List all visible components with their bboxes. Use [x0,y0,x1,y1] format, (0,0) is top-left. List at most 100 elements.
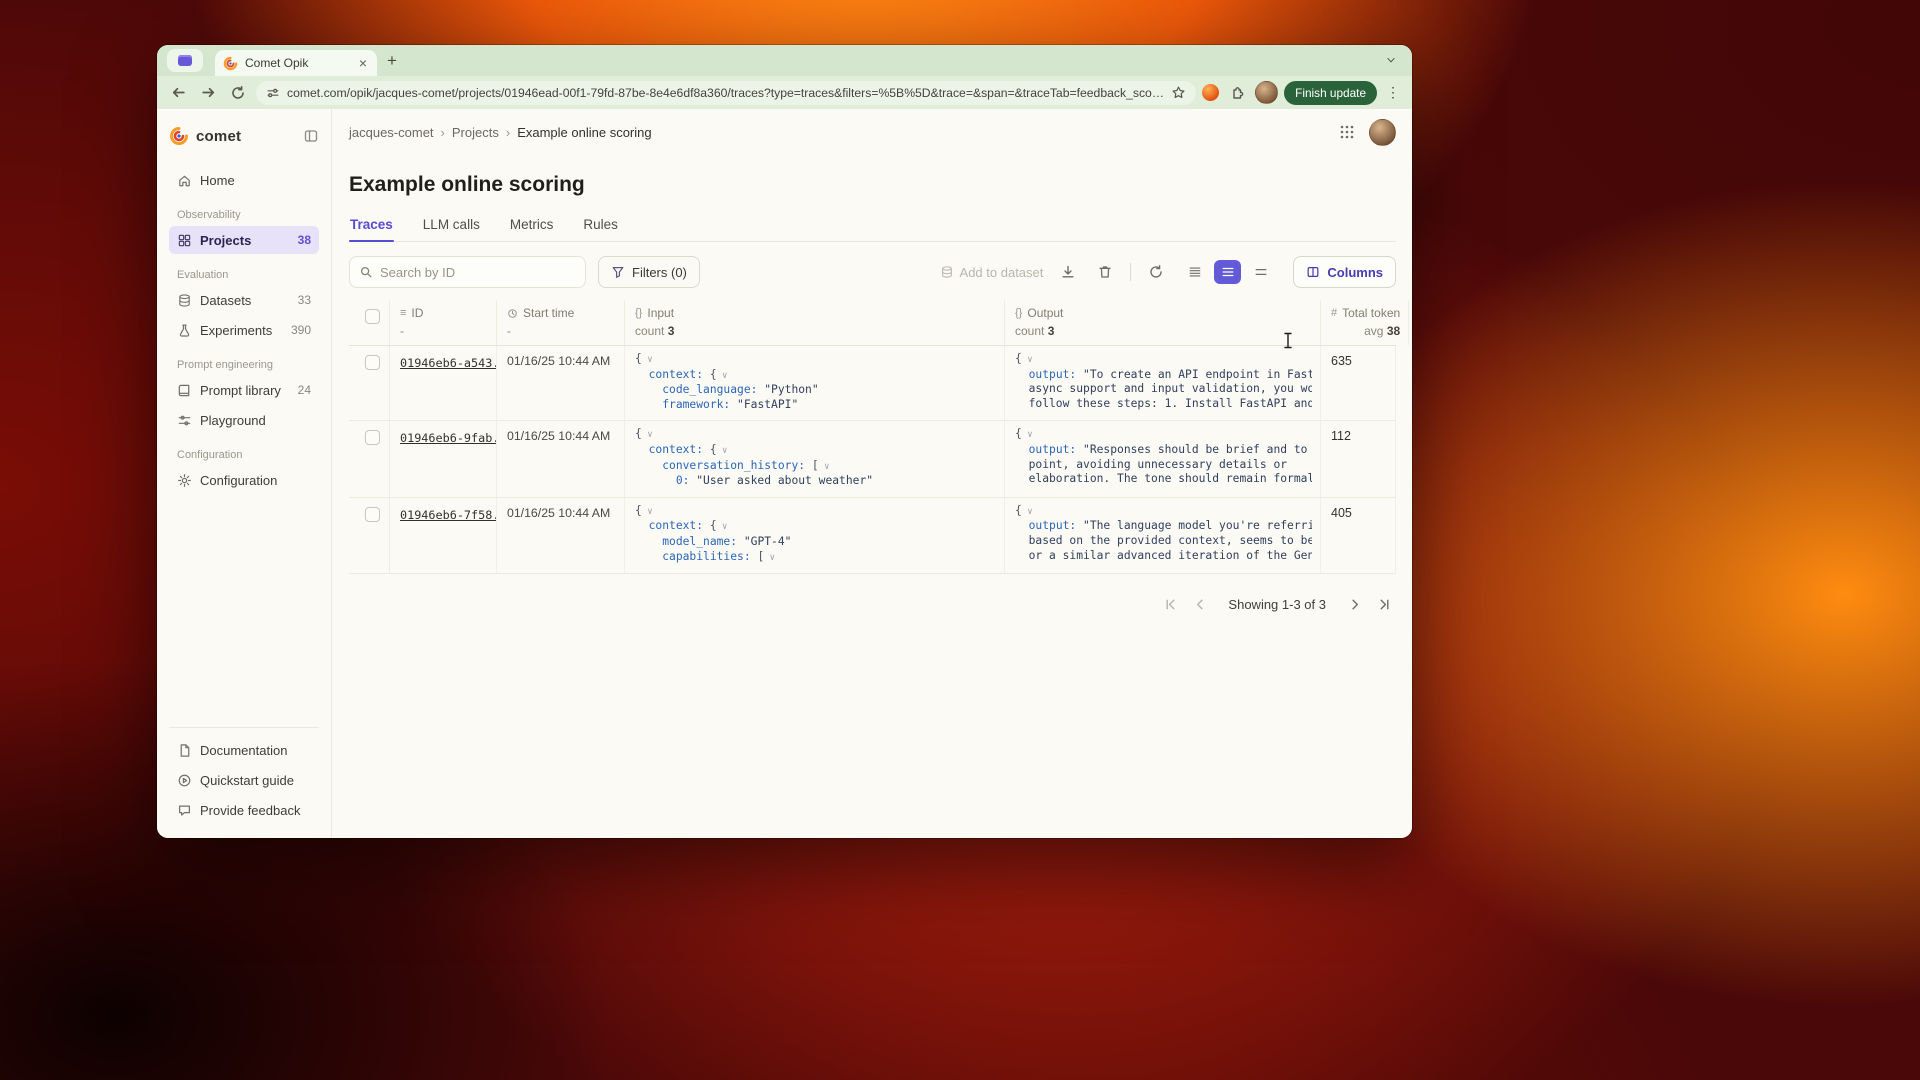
sidebar-item-playground[interactable]: Playground [169,406,319,434]
pagination: Showing 1-3 of 3 [349,592,1396,616]
tab-llm-calls[interactable]: LLM calls [422,213,481,241]
row-height-small-button[interactable] [1181,260,1208,284]
row-checkbox[interactable] [365,355,380,370]
comet-logo-icon [169,126,189,146]
tab-metrics[interactable]: Metrics [509,213,555,241]
search-box[interactable] [349,256,586,288]
home-icon [177,173,192,188]
row-checkbox[interactable] [365,507,380,522]
row-height-toggle-group [1181,260,1274,284]
filters-button[interactable]: Filters (0) [598,256,700,288]
column-header-total-tokens[interactable]: #Total token avg 38 [1321,300,1409,345]
table-row[interactable]: 01946eb6-7f58...01/16/25 10:44 AM{ ∨ con… [349,498,1396,574]
last-page-button[interactable] [1372,592,1396,616]
trace-id-link[interactable]: 01946eb6-7f58... [400,508,497,522]
section-label-evaluation: Evaluation [177,269,319,281]
column-header-input[interactable]: {}Input count 3 [625,300,1005,345]
add-to-dataset-label: Add to dataset [960,265,1044,280]
breadcrumb-projects[interactable]: Projects [452,125,499,140]
table-row[interactable]: 01946eb6-9fab...01/16/25 10:44 AM{ ∨ con… [349,421,1396,497]
book-icon [177,383,192,398]
columns-label: Columns [1327,265,1383,280]
table-row[interactable]: 01946eb6-a543...01/16/25 10:44 AM{ ∨ con… [349,346,1396,421]
apps-grid-icon[interactable] [1339,124,1355,140]
delete-button[interactable] [1093,260,1117,284]
trace-output-cell[interactable]: { ∨ output: "Responses should be brief a… [1005,421,1321,496]
sidebar-item-projects[interactable]: Projects 38 [169,226,319,254]
sidebar-item-datasets[interactable]: Datasets 33 [169,286,319,314]
sidebar-item-experiments[interactable]: Experiments 390 [169,316,319,344]
search-input[interactable] [380,265,576,280]
tab-close-icon[interactable]: × [357,56,369,70]
forward-button[interactable] [196,81,220,105]
pinned-tab[interactable] [167,49,203,72]
speech-bubble-icon [177,803,192,818]
column-header-start-time[interactable]: Start time - [497,300,625,345]
app-topbar: jacques-comet › Projects › Example onlin… [349,109,1396,155]
sidebar-item-home[interactable]: Home [169,166,319,194]
browser-window: Comet Opik × + comet.com/opik/jacques-co… [157,45,1412,838]
bookmark-star-icon[interactable] [1171,85,1186,100]
sidebar-item-label: Home [200,173,235,188]
sidebar-item-configuration[interactable]: Configuration [169,466,319,494]
add-to-dataset-button[interactable]: Add to dataset [940,265,1044,280]
trace-id-link[interactable]: 01946eb6-9fab... [400,431,497,445]
address-bar[interactable]: comet.com/opik/jacques-comet/projects/01… [256,81,1196,105]
browser-tab[interactable]: Comet Opik × [215,50,377,76]
table-body: 01946eb6-a543...01/16/25 10:44 AM{ ∨ con… [349,346,1396,574]
toolbar-divider [1130,263,1131,281]
browser-menu-icon[interactable]: ⋮ [1383,84,1403,101]
select-all-checkbox[interactable] [365,309,380,324]
trace-input-cell[interactable]: { ∨ context: { ∨ model_name: "GPT-4" cap… [625,498,1005,573]
row-checkbox[interactable] [365,430,380,445]
pinned-tab-icon [178,55,192,66]
back-button[interactable] [166,81,190,105]
tab-rules[interactable]: Rules [582,213,619,241]
sidebar-item-documentation[interactable]: Documentation [169,736,319,764]
column-header-id[interactable]: ≡ID - [390,300,497,345]
sidebar-item-feedback[interactable]: Provide feedback [169,796,319,824]
breadcrumb-separator: › [441,125,445,140]
tab-list-chevron-icon[interactable] [1380,49,1402,71]
trace-input-cell[interactable]: { ∨ context: { ∨ code_language: "Python"… [625,346,1005,420]
sidebar-item-count: 38 [298,233,311,247]
main-content: jacques-comet › Projects › Example onlin… [332,109,1412,838]
download-button[interactable] [1056,260,1080,284]
tab-traces[interactable]: Traces [349,213,394,241]
section-label-prompt-engineering: Prompt engineering [177,359,319,371]
first-page-button[interactable] [1158,592,1182,616]
user-avatar[interactable] [1369,119,1396,146]
table-controls: Filters (0) Add to dataset [349,256,1396,288]
columns-icon [1306,265,1320,279]
browser-profile-avatar[interactable] [1255,81,1278,104]
row-height-medium-button[interactable] [1214,260,1241,284]
section-label-observability: Observability [177,209,319,221]
reload-button[interactable] [226,81,250,105]
sidebar-item-prompt-library[interactable]: Prompt library 24 [169,376,319,404]
extension-icon[interactable] [1202,84,1219,101]
section-label-configuration: Configuration [177,449,319,461]
columns-button[interactable]: Columns [1293,256,1396,288]
previous-page-button[interactable] [1188,592,1212,616]
trace-id-link[interactable]: 01946eb6-a543... [400,356,497,370]
site-settings-icon[interactable] [266,86,280,100]
sidebar-item-label: Experiments [200,323,272,338]
column-header-output[interactable]: {}Output count 3 [1005,300,1321,345]
filters-label: Filters (0) [632,265,687,280]
sidebar-collapse-icon[interactable] [303,128,319,144]
row-height-large-button[interactable] [1247,260,1274,284]
clock-icon [507,308,518,319]
trace-output-cell[interactable]: { ∨ output: "The language model you're r… [1005,498,1321,573]
trace-output-cell[interactable]: { ∨ output: "To create an API endpoint i… [1005,346,1321,420]
extensions-puzzle-icon[interactable] [1225,81,1249,105]
hash-icon: # [1331,307,1337,319]
new-tab-button[interactable]: + [387,51,397,71]
next-page-button[interactable] [1342,592,1366,616]
table-header: ≡ID - Start time - {}Input count 3 {}Out… [349,300,1396,346]
refresh-button[interactable] [1144,260,1168,284]
sidebar-item-label: Configuration [200,473,277,488]
breadcrumb-workspace[interactable]: jacques-comet [349,125,434,140]
trace-input-cell[interactable]: { ∨ context: { ∨ conversation_history: [… [625,421,1005,496]
finish-update-button[interactable]: Finish update [1284,81,1377,105]
sidebar-item-quickstart[interactable]: Quickstart guide [169,766,319,794]
